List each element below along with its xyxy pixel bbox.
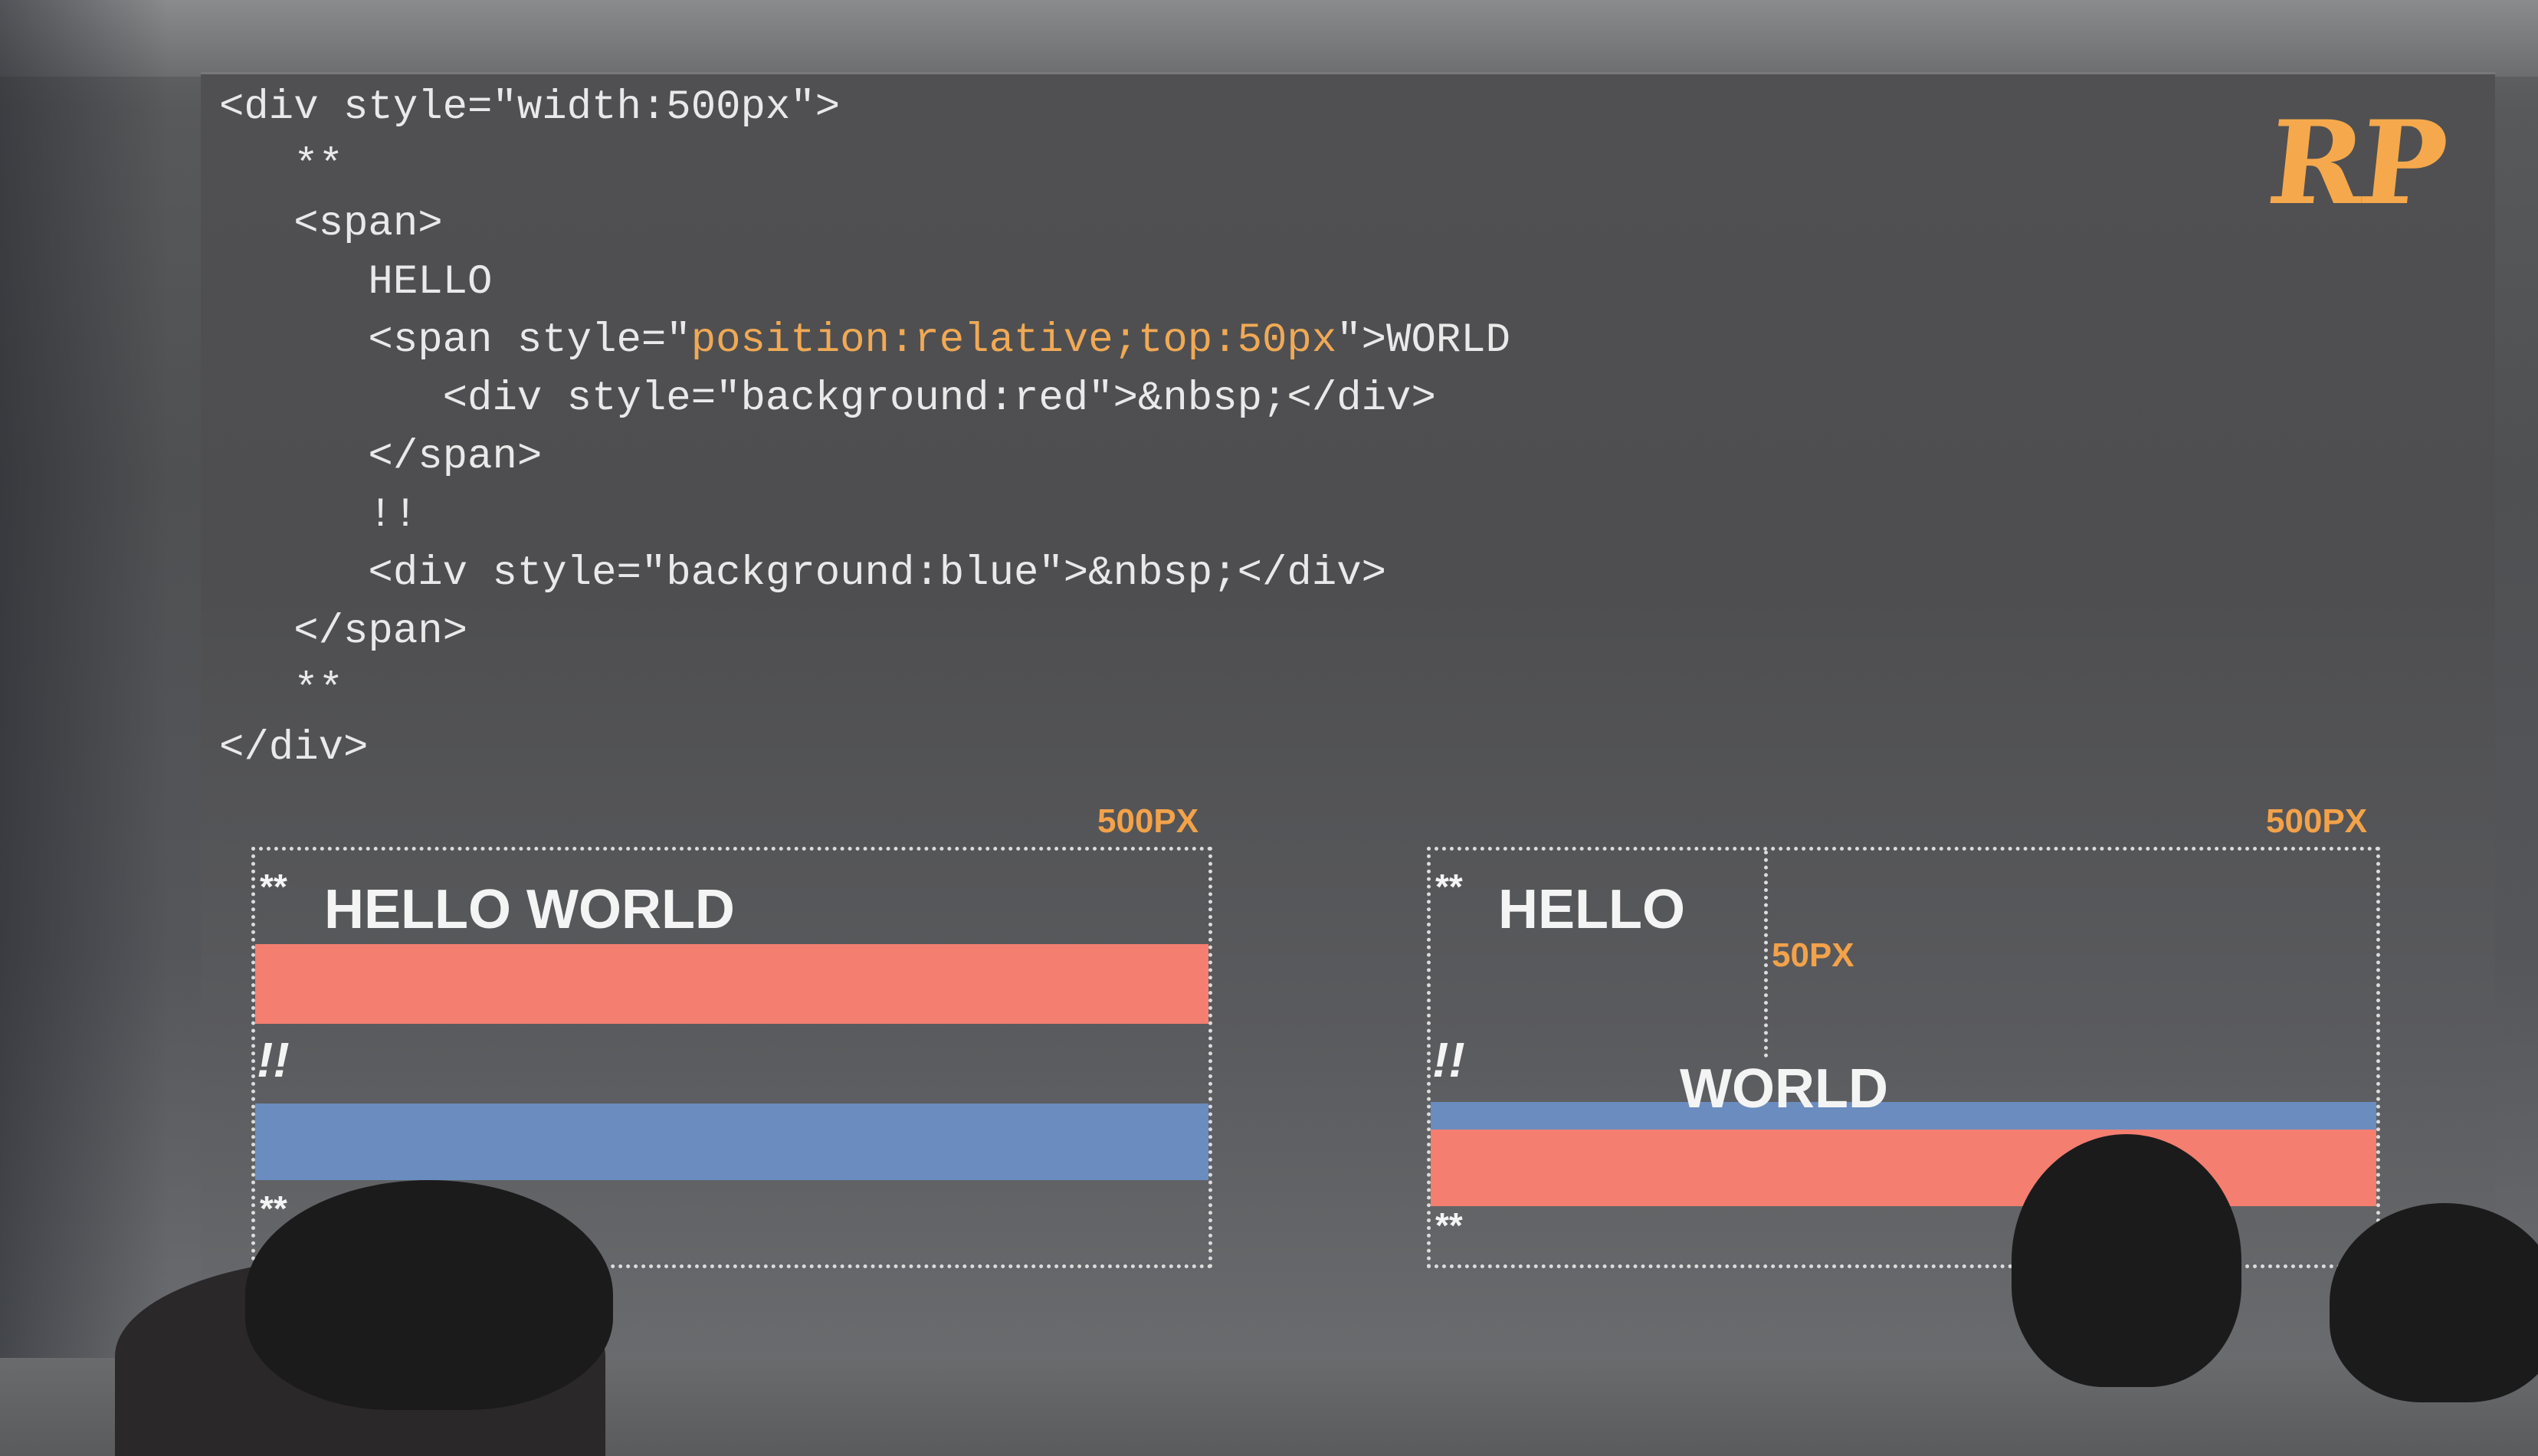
code-line-7: </span> [219, 434, 543, 480]
room-shadow [0, 0, 169, 1358]
code-line-5-start: <span style=" [219, 317, 691, 364]
code-block: <div style="width:500px"> ** <span> HELL… [219, 79, 1510, 778]
right-stars-top: ** [1435, 867, 1463, 907]
left-width-label: 500PX [1097, 802, 1199, 840]
audience-head-left [245, 1180, 613, 1410]
right-hello: HELLO [1498, 879, 1685, 940]
left-blue-block [255, 1103, 1208, 1180]
code-line-1: <div style="width:500px"> [219, 84, 841, 131]
left-stars-top: ** [260, 867, 287, 907]
left-stars-bottom: ** [260, 1189, 287, 1228]
rp-logo: RP [2261, 96, 2449, 231]
code-line-2: ** [219, 143, 344, 189]
code-line-12: </div> [219, 725, 369, 772]
audience-head-far-right [2330, 1203, 2538, 1402]
right-red-block [1431, 1130, 2376, 1206]
code-line-8: !! [219, 492, 418, 539]
right-width-label: 500PX [2266, 802, 2368, 840]
right-world: WORLD [1680, 1058, 1888, 1120]
code-line-5: <span style="position:relative;top:50px"… [219, 317, 1510, 364]
left-bang: !! [257, 1032, 290, 1087]
code-line-6: <div style="background:red">&nbsp;</div> [219, 375, 1436, 422]
audience-head-right [2012, 1134, 2241, 1387]
code-line-3: <span> [219, 201, 443, 248]
code-line-4: HELLO [219, 259, 493, 306]
left-hello-world: HELLO WORLD [324, 879, 735, 940]
right-stars-bottom: ** [1435, 1205, 1463, 1245]
offset-guide-line [1764, 851, 1768, 1058]
code-line-5-end: ">WORLD [1336, 317, 1511, 364]
right-blue-block [1431, 1102, 2376, 1130]
code-line-10: </span> [219, 608, 468, 655]
code-line-9: <div style="background:blue">&nbsp;</div… [219, 550, 1387, 597]
projector-glare [0, 0, 2538, 77]
offset-label: 50PX [1772, 936, 1854, 974]
code-line-11: ** [219, 667, 344, 713]
right-bang: !! [1432, 1032, 1465, 1087]
right-demo-box: ** HELLO 50PX !! WORLD ** [1427, 847, 2380, 1268]
code-highlight: position:relative;top:50px [690, 317, 1337, 364]
left-red-block [255, 944, 1208, 1024]
